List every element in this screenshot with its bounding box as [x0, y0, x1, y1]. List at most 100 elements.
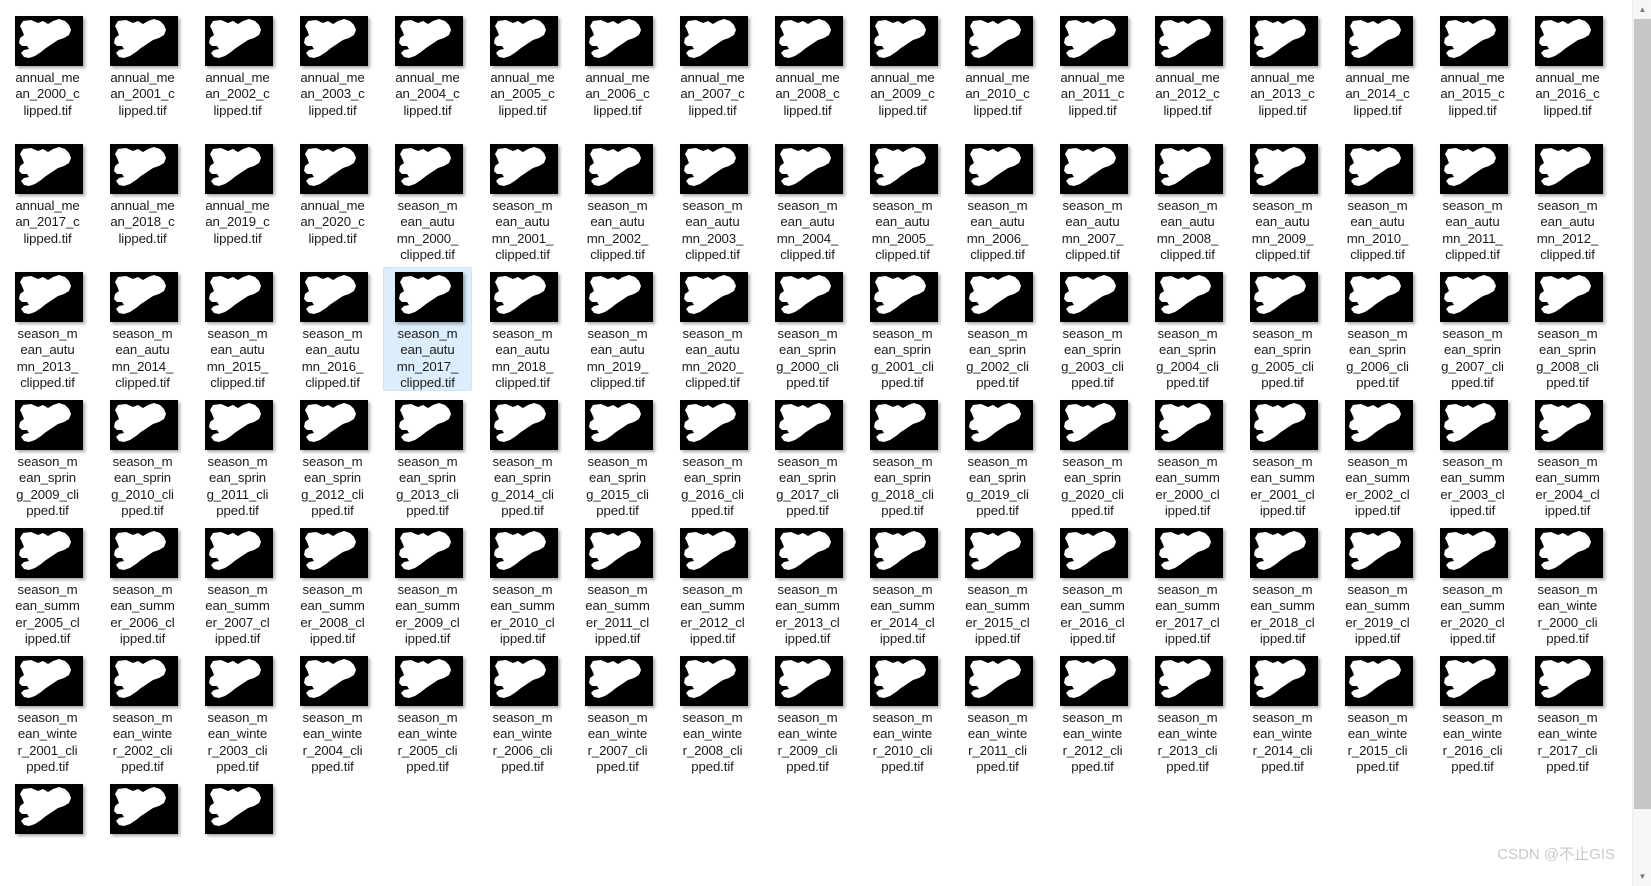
file-item[interactable]: annual_me an_2012_c lipped.tif	[1143, 11, 1232, 135]
file-item[interactable]: season_m ean_winte r_2015_cli pped.tif	[1333, 651, 1422, 775]
file-item[interactable]: season_m ean_autu mn_2013_ clipped.tif	[3, 267, 92, 391]
file-item[interactable]	[3, 779, 92, 886]
file-item[interactable]: season_m ean_summ er_2015_cl ipped.tif	[953, 523, 1042, 647]
file-item[interactable]: season_m ean_autu mn_2002_ clipped.tif	[573, 139, 662, 263]
file-item[interactable]: season_m ean_summ er_2017_cl ipped.tif	[1143, 523, 1232, 647]
file-item[interactable]: season_m ean_summ er_2014_cl ipped.tif	[858, 523, 947, 647]
file-item[interactable]: season_m ean_winte r_2008_cli pped.tif	[668, 651, 757, 775]
file-item[interactable]: season_m ean_autu mn_2020_ clipped.tif	[668, 267, 757, 391]
file-item[interactable]: season_m ean_autu mn_2005_ clipped.tif	[858, 139, 947, 263]
file-item[interactable]: season_m ean_sprin g_2004_cli pped.tif	[1143, 267, 1232, 391]
file-item[interactable]: season_m ean_autu mn_2018_ clipped.tif	[478, 267, 567, 391]
file-item[interactable]: annual_me an_2004_c lipped.tif	[383, 11, 472, 135]
file-item[interactable]: season_m ean_summ er_2006_cl ipped.tif	[98, 523, 187, 647]
file-item[interactable]: annual_me an_2018_c lipped.tif	[98, 139, 187, 263]
file-item[interactable]: season_m ean_autu mn_2006_ clipped.tif	[953, 139, 1042, 263]
file-item[interactable]: season_m ean_sprin g_2005_cli pped.tif	[1238, 267, 1327, 391]
file-item[interactable]: season_m ean_winte r_2012_cli pped.tif	[1048, 651, 1137, 775]
file-item[interactable]: season_m ean_winte r_2017_cli pped.tif	[1523, 651, 1612, 775]
file-item[interactable]: season_m ean_sprin g_2020_cli pped.tif	[1048, 395, 1137, 519]
file-item[interactable]: annual_me an_2003_c lipped.tif	[288, 11, 377, 135]
file-item[interactable]: season_m ean_autu mn_2009_ clipped.tif	[1238, 139, 1327, 263]
file-item[interactable]: season_m ean_sprin g_2003_cli pped.tif	[1048, 267, 1137, 391]
file-item[interactable]: season_m ean_autu mn_2008_ clipped.tif	[1143, 139, 1232, 263]
file-item[interactable]: season_m ean_winte r_2014_cli pped.tif	[1238, 651, 1327, 775]
file-item[interactable]: season_m ean_winte r_2000_cli pped.tif	[1523, 523, 1612, 647]
file-item[interactable]: season_m ean_summ er_2002_cl ipped.tif	[1333, 395, 1422, 519]
file-item[interactable]: season_m ean_winte r_2004_cli pped.tif	[288, 651, 377, 775]
file-item[interactable]: season_m ean_sprin g_2007_cli pped.tif	[1428, 267, 1517, 391]
file-item[interactable]: season_m ean_sprin g_2017_cli pped.tif	[763, 395, 852, 519]
file-item[interactable]: season_m ean_sprin g_2014_cli pped.tif	[478, 395, 567, 519]
file-item[interactable]: season_m ean_autu mn_2012_ clipped.tif	[1523, 139, 1612, 263]
file-item[interactable]: annual_me an_2019_c lipped.tif	[193, 139, 282, 263]
file-item[interactable]: annual_me an_2009_c lipped.tif	[858, 11, 947, 135]
file-item[interactable]: season_m ean_winte r_2006_cli pped.tif	[478, 651, 567, 775]
file-item[interactable]: season_m ean_autu mn_2016_ clipped.tif	[288, 267, 377, 391]
file-item[interactable]: season_m ean_sprin g_2010_cli pped.tif	[98, 395, 187, 519]
file-item[interactable]: season_m ean_winte r_2010_cli pped.tif	[858, 651, 947, 775]
file-item[interactable]: season_m ean_sprin g_2009_cli pped.tif	[3, 395, 92, 519]
file-item[interactable]: annual_me an_2017_c lipped.tif	[3, 139, 92, 263]
file-item[interactable]: season_m ean_summ er_2013_cl ipped.tif	[763, 523, 852, 647]
file-item[interactable]: annual_me an_2015_c lipped.tif	[1428, 11, 1517, 135]
file-item[interactable]: season_m ean_summ er_2019_cl ipped.tif	[1333, 523, 1422, 647]
file-item[interactable]: season_m ean_winte r_2011_cli pped.tif	[953, 651, 1042, 775]
file-item[interactable]: annual_me an_2008_c lipped.tif	[763, 11, 852, 135]
file-item[interactable]: annual_me an_2005_c lipped.tif	[478, 11, 567, 135]
file-item[interactable]: season_m ean_summ er_2012_cl ipped.tif	[668, 523, 757, 647]
file-item[interactable]: season_m ean_summ er_2010_cl ipped.tif	[478, 523, 567, 647]
file-item[interactable]	[98, 779, 187, 886]
file-item[interactable]: season_m ean_sprin g_2008_cli pped.tif	[1523, 267, 1612, 391]
file-item[interactable]: season_m ean_autu mn_2011_ clipped.tif	[1428, 139, 1517, 263]
file-item[interactable]: season_m ean_summ er_2007_cl ipped.tif	[193, 523, 282, 647]
file-item[interactable]: season_m ean_sprin g_2012_cli pped.tif	[288, 395, 377, 519]
file-icon-grid[interactable]: annual_me an_2000_c lipped.tif annual_me an_…	[0, 0, 1632, 886]
file-item[interactable]: season_m ean_sprin g_2018_cli pped.tif	[858, 395, 947, 519]
file-item[interactable]: season_m ean_sprin g_2011_cli pped.tif	[193, 395, 282, 519]
file-item[interactable]: season_m ean_autu mn_2001_ clipped.tif	[478, 139, 567, 263]
file-item[interactable]: season_m ean_autu mn_2004_ clipped.tif	[763, 139, 852, 263]
file-item[interactable]: season_m ean_autu mn_2015_ clipped.tif	[193, 267, 282, 391]
file-item[interactable]	[193, 779, 282, 886]
file-item[interactable]: season_m ean_summ er_2011_cl ipped.tif	[573, 523, 662, 647]
file-item[interactable]: season_m ean_summ er_2008_cl ipped.tif	[288, 523, 377, 647]
file-item[interactable]: annual_me an_2020_c lipped.tif	[288, 139, 377, 263]
file-item[interactable]: annual_me an_2010_c lipped.tif	[953, 11, 1042, 135]
file-item[interactable]: annual_me an_2013_c lipped.tif	[1238, 11, 1327, 135]
file-item[interactable]: season_m ean_summ er_2005_cl ipped.tif	[3, 523, 92, 647]
file-item[interactable]: season_m ean_summ er_2020_cl ipped.tif	[1428, 523, 1517, 647]
file-item[interactable]: season_m ean_autu mn_2010_ clipped.tif	[1333, 139, 1422, 263]
file-item[interactable]: season_m ean_summ er_2016_cl ipped.tif	[1048, 523, 1137, 647]
file-item[interactable]: season_m ean_autu mn_2003_ clipped.tif	[668, 139, 757, 263]
file-item[interactable]: season_m ean_autu mn_2014_ clipped.tif	[98, 267, 187, 391]
file-item[interactable]: season_m ean_sprin g_2015_cli pped.tif	[573, 395, 662, 519]
file-item[interactable]: annual_me an_2001_c lipped.tif	[98, 11, 187, 135]
scroll-up-arrow-icon[interactable]: ▲	[1633, 0, 1651, 19]
scrollbar-thumb[interactable]	[1634, 19, 1651, 809]
file-item[interactable]: season_m ean_winte r_2005_cli pped.tif	[383, 651, 472, 775]
file-item[interactable]: annual_me an_2011_c lipped.tif	[1048, 11, 1137, 135]
file-item[interactable]: season_m ean_sprin g_2001_cli pped.tif	[858, 267, 947, 391]
file-item[interactable]: annual_me an_2016_c lipped.tif	[1523, 11, 1612, 135]
scroll-down-arrow-icon[interactable]: ▼	[1633, 867, 1651, 886]
file-item[interactable]: season_m ean_summ er_2003_cl ipped.tif	[1428, 395, 1517, 519]
file-item[interactable]: season_m ean_summ er_2004_cl ipped.tif	[1523, 395, 1612, 519]
file-item[interactable]: season_m ean_summ er_2018_cl ipped.tif	[1238, 523, 1327, 647]
file-item[interactable]: season_m ean_summ er_2001_cl ipped.tif	[1238, 395, 1327, 519]
file-item[interactable]: season_m ean_sprin g_2000_cli pped.tif	[763, 267, 852, 391]
vertical-scrollbar[interactable]: ▲ ▼	[1632, 0, 1651, 886]
file-item[interactable]: annual_me an_2002_c lipped.tif	[193, 11, 282, 135]
file-item[interactable]: annual_me an_2006_c lipped.tif	[573, 11, 662, 135]
file-item[interactable]: season_m ean_winte r_2016_cli pped.tif	[1428, 651, 1517, 775]
file-item[interactable]: season_m ean_summ er_2009_cl ipped.tif	[383, 523, 472, 647]
file-item[interactable]: season_m ean_winte r_2009_cli pped.tif	[763, 651, 852, 775]
file-item[interactable]: season_m ean_sprin g_2002_cli pped.tif	[953, 267, 1042, 391]
file-item[interactable]: season_m ean_autu mn_2000_ clipped.tif	[383, 139, 472, 263]
file-item[interactable]: season_m ean_winte r_2001_cli pped.tif	[3, 651, 92, 775]
file-item[interactable]: season_m ean_winte r_2013_cli pped.tif	[1143, 651, 1232, 775]
file-item[interactable]: season_m ean_autu mn_2019_ clipped.tif	[573, 267, 662, 391]
file-item[interactable]: season_m ean_sprin g_2019_cli pped.tif	[953, 395, 1042, 519]
file-item[interactable]: season_m ean_autu mn_2007_ clipped.tif	[1048, 139, 1137, 263]
file-item[interactable]: season_m ean_autu mn_2017_ clipped.tif	[383, 267, 472, 391]
